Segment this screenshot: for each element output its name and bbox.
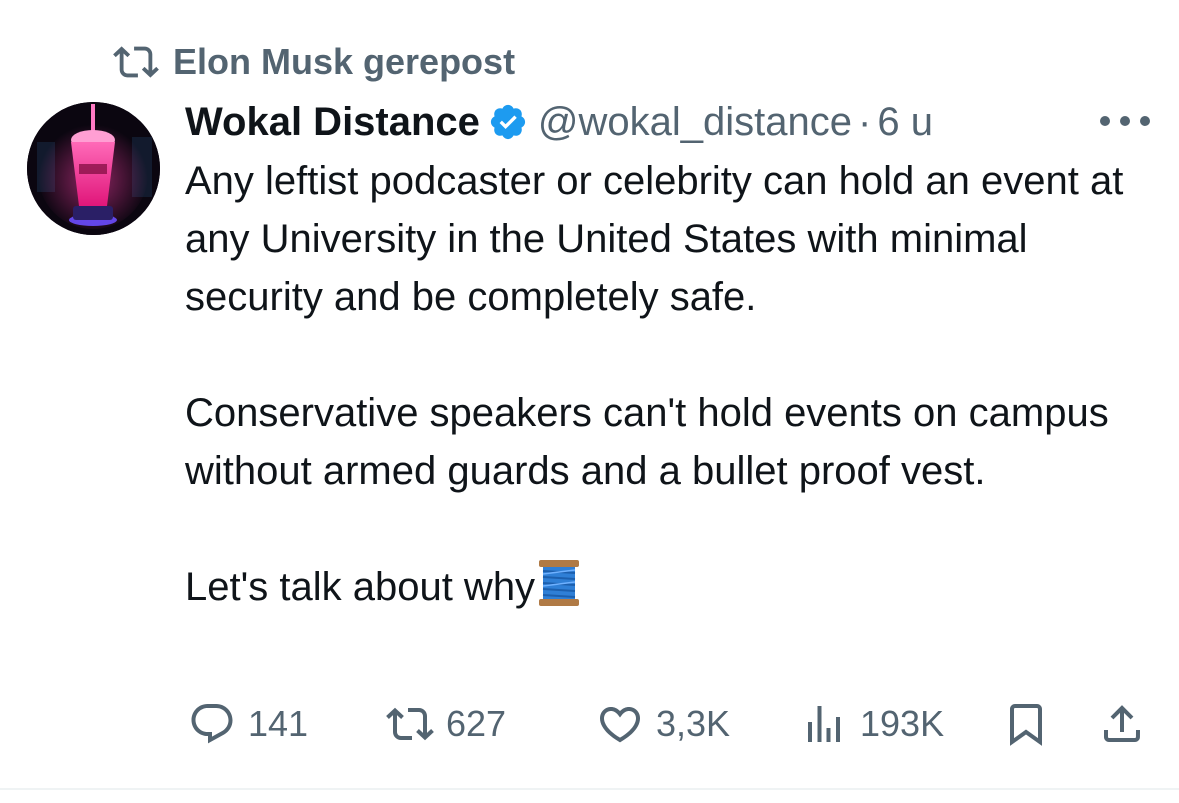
repost-icon <box>113 46 159 78</box>
more-dot <box>1120 116 1130 126</box>
share-button[interactable] <box>1098 694 1146 754</box>
more-options-icon[interactable] <box>1100 108 1150 134</box>
more-dot <box>1140 116 1150 126</box>
like-button[interactable]: 3,3K <box>596 694 730 754</box>
avatar-image <box>27 102 160 235</box>
more-dot <box>1100 116 1110 126</box>
reply-count: 141 <box>248 703 309 744</box>
tweet-text: Any leftist podcaster or celebrity can h… <box>185 152 1165 616</box>
tweet-paragraph-last: Let's talk about why <box>185 558 1165 616</box>
tweet-paragraph: Let's talk about why <box>185 565 536 609</box>
author-display-name[interactable]: Wokal Distance <box>185 100 480 145</box>
reply-button[interactable]: 141 <box>188 694 308 754</box>
divider <box>0 788 1179 790</box>
author-handle[interactable]: @wokal_distance <box>538 100 852 145</box>
bookmark-icon <box>1010 704 1042 746</box>
avatar[interactable] <box>27 102 160 235</box>
repost-count: 627 <box>446 703 507 744</box>
views-chart-icon <box>808 706 840 742</box>
repost-action-icon <box>386 707 434 741</box>
reply-icon <box>191 704 233 744</box>
like-count: 3,3K <box>656 703 731 744</box>
bookmark-button[interactable] <box>1002 694 1050 754</box>
tweet-action-bar: 141 627 3,3K 193K <box>0 694 1179 754</box>
views-button[interactable]: 193K <box>800 694 944 754</box>
tweet-paragraph: Conservative speakers can't hold events … <box>185 391 1109 493</box>
tweet-header: Wokal Distance @wokal_distance · 6 u <box>185 96 933 148</box>
repost-button[interactable]: 627 <box>386 694 506 754</box>
heart-icon <box>599 707 641 743</box>
thread-spool-emoji-icon <box>539 560 580 606</box>
share-icon <box>1104 705 1140 742</box>
separator-dot: · <box>858 99 872 144</box>
repost-label: Elon Musk gerepost <box>173 41 516 82</box>
verified-badge-icon[interactable] <box>488 102 528 142</box>
tweet-paragraph: Any leftist podcaster or celebrity can h… <box>185 159 1124 319</box>
repost-context[interactable]: Elon Musk gerepost <box>113 38 515 86</box>
views-count: 193K <box>860 703 945 744</box>
tweet-timestamp[interactable]: 6 u <box>877 100 933 145</box>
